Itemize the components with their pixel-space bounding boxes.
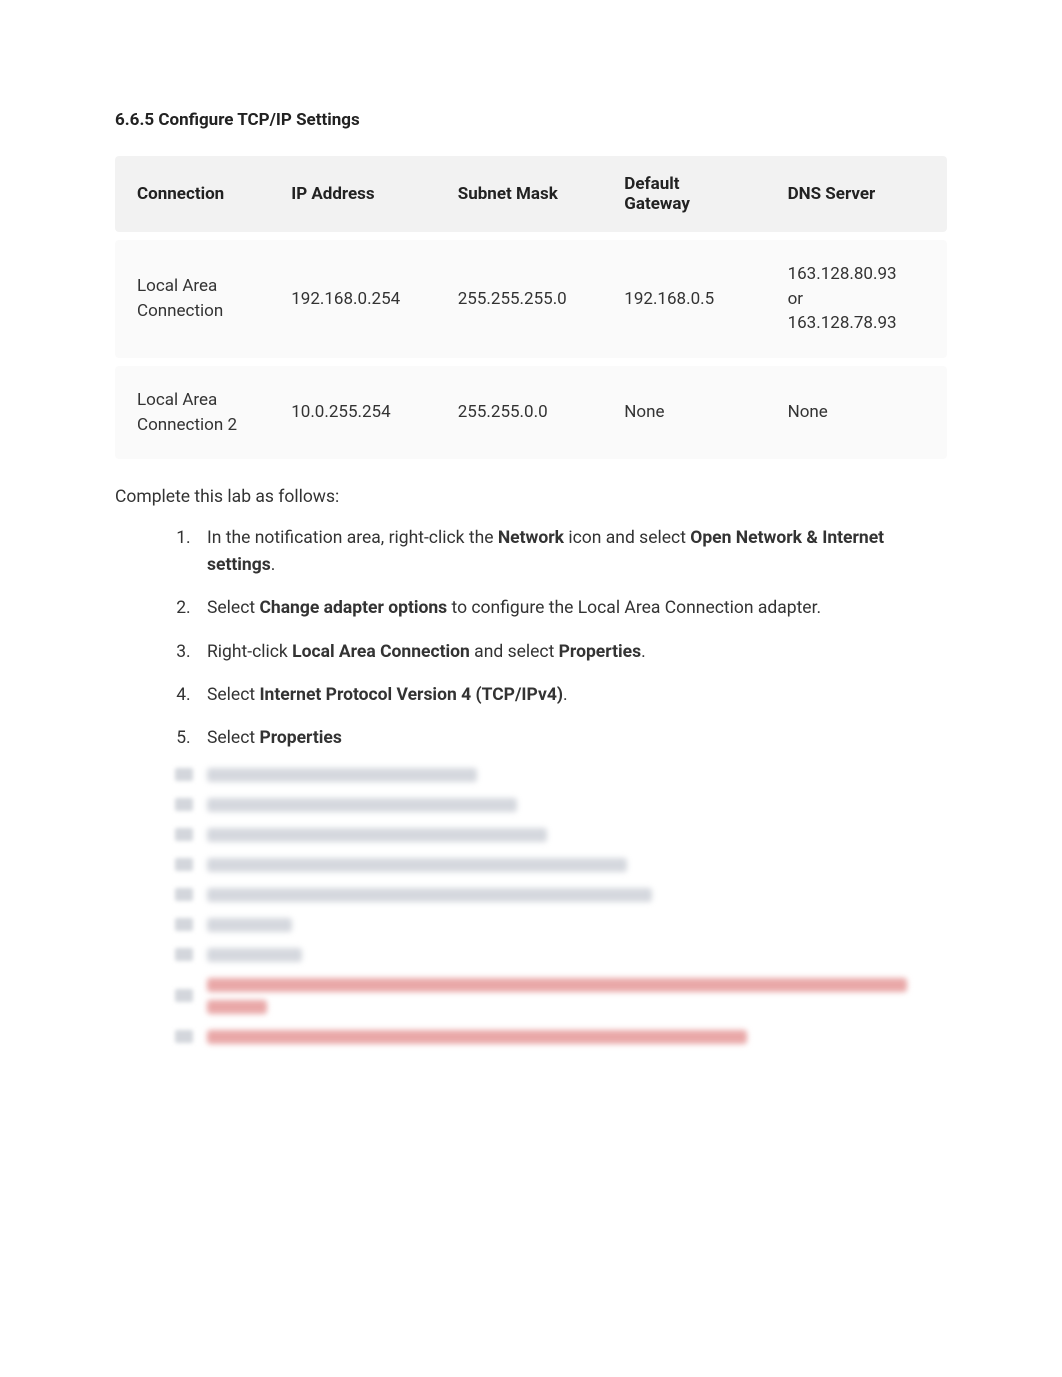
cell-connection: Local Area Connection 2 (115, 366, 269, 459)
step-text: Right-click (207, 642, 292, 662)
blurred-step-row (175, 858, 947, 872)
blurred-step-number (175, 828, 193, 841)
step-text: Select (207, 728, 259, 748)
blurred-step-text (207, 888, 652, 902)
blurred-step-text (207, 828, 547, 842)
col-header-connection: Connection (115, 156, 269, 232)
cell-dns: None (766, 366, 947, 459)
cell-subnet: 255.255.0.0 (436, 366, 603, 459)
blurred-step-row (175, 948, 947, 962)
blurred-step-row (175, 978, 947, 1014)
col-header-dns: DNS Server (766, 156, 947, 232)
blurred-step-number (175, 858, 193, 871)
step-item: Right-click Local Area Connection and se… (195, 639, 947, 666)
settings-table: Connection IP Address Subnet Mask Defaul… (115, 148, 947, 467)
blurred-step-number (175, 768, 193, 781)
step-text: . (641, 642, 646, 662)
blurred-step-text (207, 1030, 747, 1044)
blurred-step-row (175, 918, 947, 932)
step-text-bold: Internet Protocol Version 4 (TCP/IPv4) (259, 685, 563, 705)
step-item: In the notification area, right-click th… (195, 525, 947, 579)
blurred-step-number (175, 948, 193, 961)
blurred-step-text (207, 798, 517, 812)
table-header-row: Connection IP Address Subnet Mask Defaul… (115, 156, 947, 232)
cell-ip: 192.168.0.254 (269, 240, 436, 358)
cell-gateway: None (602, 366, 765, 459)
step-text: Select (207, 685, 259, 705)
step-text: and select (470, 642, 559, 662)
step-text: In the notification area, right-click th… (207, 528, 498, 548)
step-item: Select Change adapter options to configu… (195, 595, 947, 622)
step-text: . (563, 685, 568, 705)
blurred-step-text (207, 918, 292, 932)
cell-ip: 10.0.255.254 (269, 366, 436, 459)
step-text-bold: Properties (559, 642, 641, 662)
cell-subnet: 255.255.255.0 (436, 240, 603, 358)
blurred-step-row (175, 828, 947, 842)
col-header-subnet: Subnet Mask (436, 156, 603, 232)
table-row: Local Area Connection 192.168.0.254 255.… (115, 240, 947, 358)
blurred-step-text (207, 1000, 267, 1014)
blurred-step-number (175, 798, 193, 811)
step-item: Select Properties (195, 725, 947, 752)
steps-list: In the notification area, right-click th… (115, 525, 947, 752)
blurred-step-number (175, 1030, 193, 1043)
col-header-ip: IP Address (269, 156, 436, 232)
step-text-bold: Change adapter options (259, 598, 447, 618)
blurred-steps-region (115, 768, 947, 1044)
step-text: icon and select (564, 528, 690, 548)
cell-dns: 163.128.80.93 or 163.128.78.93 (766, 240, 947, 358)
step-text: to configure the Local Area Connection a… (447, 598, 821, 618)
blurred-step-text (207, 768, 477, 782)
step-text-bold: Network (498, 528, 564, 548)
col-header-gateway: Default Gateway (602, 156, 765, 232)
blurred-step-row (175, 768, 947, 782)
page-title: 6.6.5 Configure TCP/IP Settings (115, 110, 947, 130)
cell-gateway: 192.168.0.5 (602, 240, 765, 358)
blurred-step-text (207, 948, 302, 962)
blurred-step-number (175, 888, 193, 901)
blurred-step-row (175, 1030, 947, 1044)
step-text: . (271, 555, 276, 575)
table-row: Local Area Connection 2 10.0.255.254 255… (115, 366, 947, 459)
blurred-step-text (207, 858, 627, 872)
intro-text: Complete this lab as follows: (115, 487, 947, 507)
blurred-step-number (175, 989, 193, 1002)
step-text-bold: Local Area Connection (292, 642, 470, 662)
blurred-step-number (175, 918, 193, 931)
step-item: Select Internet Protocol Version 4 (TCP/… (195, 682, 947, 709)
cell-connection: Local Area Connection (115, 240, 269, 358)
blurred-step-row (175, 888, 947, 902)
step-text-bold: Properties (259, 728, 341, 748)
blurred-step-text (207, 978, 907, 992)
blurred-step-row (175, 798, 947, 812)
step-text: Select (207, 598, 259, 618)
